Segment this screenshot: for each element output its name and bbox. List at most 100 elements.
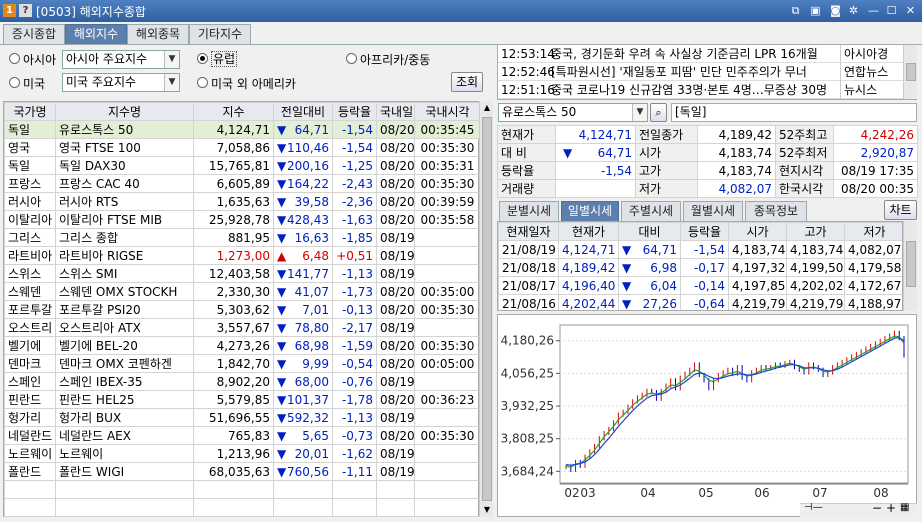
save-icon[interactable]: ▣: [808, 3, 823, 18]
scroll-down-icon[interactable]: ▼: [480, 503, 494, 517]
symbol-search-input[interactable]: 유로스톡스 50 ▼: [498, 103, 648, 122]
cell-country: 영국: [4, 138, 56, 157]
daily-table-header[interactable]: 대비: [618, 222, 681, 241]
index-table-header[interactable]: 국내시각: [414, 102, 481, 121]
index-table-header[interactable]: 등락율: [332, 102, 377, 121]
table-row[interactable]: 21/08/18 4,189,42 ▼ 6,98 -0,17 4,197,32 4,199,…: [498, 258, 902, 277]
table-row[interactable]: 스웨덴 스웨덴 OMX STOCKH 2,330,30 ▼ 41,07 -1,73 08/2…: [4, 282, 481, 301]
tab-minute-quotes[interactable]: 분별시세: [499, 201, 559, 221]
cell-date: 08/19: [376, 318, 415, 337]
index-table-panel: 국가명 지수명 지수 전일대비 등락율 국내일 국내시각 독일 유로스톡스 50 4,124,7…: [3, 101, 481, 517]
chart-button[interactable]: 차트: [884, 200, 917, 220]
close-icon[interactable]: ✕: [903, 3, 918, 18]
link-icon[interactable]: ⧉: [788, 3, 803, 18]
tab-monthly-quotes[interactable]: 월별시세: [683, 201, 743, 221]
tab-market-summary[interactable]: 증시종합: [3, 24, 65, 44]
news-item[interactable]: 12:52:46 [특파원시선] '재일동포 피땀' 민단 민주주의가 무너 연합뉴…: [498, 63, 903, 81]
maximize-icon[interactable]: ☐: [884, 3, 899, 18]
index-table-header[interactable]: 국내일: [376, 102, 415, 121]
camera-icon[interactable]: ◙: [828, 3, 843, 18]
zoom-out-icon[interactable]: −: [872, 501, 882, 515]
table-row[interactable]: 네덜란드 네덜란드 AEX 765,83 ▼ 5,65 -0,73 08/20 00:35:3…: [4, 426, 481, 445]
index-table-scrollbar[interactable]: ▲ ▼: [479, 101, 493, 517]
index-table-header[interactable]: 국가명: [4, 102, 56, 121]
table-row[interactable]: 폴란드 폴란드 WIGI 68,035,63 ▼ 760,56 -1,11 08/19: [4, 462, 481, 481]
index-table-header[interactable]: 전일대비: [273, 102, 333, 121]
table-row[interactable]: 이탈리아 이탈리아 FTSE MIB 25,928,78 ▼ 428,43 -1,63 08…: [4, 210, 481, 229]
daily-table-header[interactable]: 현재가: [558, 222, 619, 241]
cell-low: 4,172,67: [844, 276, 902, 295]
minimize-icon[interactable]: —: [866, 3, 881, 18]
scroll-thumb[interactable]: [482, 117, 492, 501]
news-scroll-thumb[interactable]: [906, 63, 916, 81]
table-row[interactable]: 라트비아 라트비아 RIGSE 1,273,00 ▲ 6,48 +0,51 08/19: [4, 246, 481, 265]
down-arrow-icon: ▼: [277, 446, 287, 461]
table-row[interactable]: 독일 유로스톡스 50 4,124,71 ▼ 64,71 -1,54 08/20 00:35:…: [4, 120, 481, 139]
cell-price: 4,189,42: [558, 258, 619, 277]
change-cell: ▼ 164,22: [273, 174, 333, 193]
table-row[interactable]: 영국 영국 FTSE 100 7,058,86 ▼ 110,46 -1,54 08/20 00…: [4, 138, 481, 157]
radio-asia[interactable]: [9, 53, 20, 64]
radio-usa[interactable]: [9, 77, 20, 88]
table-row[interactable]: 포르투갈 포르투갈 PSI20 5,303,62 ▼ 7,01 -0,13 08/20 00:…: [4, 300, 481, 319]
plot-area: [559, 324, 909, 484]
zoom-in-icon[interactable]: +: [886, 501, 896, 515]
down-arrow-icon: ▼: [622, 296, 632, 311]
table-row[interactable]: 21/08/16 4,202,44 ▼ 27,26 -0,64 4,219,79 4,219…: [498, 294, 902, 311]
cell-date: 08/19: [376, 444, 415, 463]
daily-table-header[interactable]: 시가: [728, 222, 787, 241]
news-item[interactable]: 12:53:14 중국, 경기둔화 우려 속 사실상 기준금리 LPR 16개월 아…: [498, 45, 903, 63]
search-icon[interactable]: ⌕: [650, 103, 667, 122]
tab-overseas-index[interactable]: 해외지수: [65, 24, 127, 44]
cell-date: 08/20: [376, 336, 415, 355]
daily-table-scrollbar[interactable]: [903, 221, 917, 311]
table-row[interactable]: 헝가리 헝가리 BUX 51,696,55 ▼ 592,32 -1,13 08/19: [4, 408, 481, 427]
usa-index-select[interactable]: 미국 주요지수 ▼: [62, 73, 180, 92]
cell-date: 21/08/16: [498, 294, 559, 310]
asia-index-select[interactable]: 아시아 주요지수 ▼: [62, 50, 180, 69]
cell-value: 5,579,85: [193, 390, 274, 409]
query-button[interactable]: 조회: [451, 72, 483, 92]
table-row[interactable]: 스위스 스위스 SMI 12,403,58 ▼ 141,77 -1,13 08/19: [4, 264, 481, 283]
table-row[interactable]: 벨기에 벨기에 BEL-20 4,273,26 ▼ 68,98 -1,59 08/20 00:…: [4, 336, 481, 355]
zoom-slider-icon[interactable]: ⊣—: [804, 502, 823, 513]
scroll-up-icon[interactable]: ▲: [480, 101, 494, 115]
news-scrollbar[interactable]: [903, 45, 917, 99]
news-item[interactable]: 12:51:16 중국 코로나19 신규감염 33명·본토 4명…무증상 30명 뉴…: [498, 81, 903, 99]
change-cell: ▲ 6,48: [273, 246, 333, 265]
cell-time: 00:35:30: [414, 336, 481, 355]
diff-value: 27,26: [642, 296, 677, 311]
table-row[interactable]: 스페인 스페인 IBEX-35 8,902,20 ▼ 68,00 -0,76 08/19: [4, 372, 481, 391]
radio-other-america[interactable]: [197, 77, 208, 88]
cell-name: 러시아 RTS: [55, 192, 194, 211]
settings-icon[interactable]: ✲: [846, 3, 861, 18]
table-row[interactable]: 덴마크 덴마크 OMX 코펜하겐 1,842,70 ▼ 9,99 -0,54 08/20 00…: [4, 354, 481, 373]
table-row[interactable]: 러시아 러시아 RTS 1,635,63 ▼ 39,58 -2,36 08/20 00:39:…: [4, 192, 481, 211]
chart-settings-icon[interactable]: ▦: [900, 502, 909, 513]
radio-europe[interactable]: [197, 53, 208, 64]
tab-stock-info[interactable]: 종목정보: [745, 201, 807, 221]
cell-time: 00:35:30: [414, 138, 481, 157]
table-row[interactable]: 오스트리 오스트리아 ATX 3,557,67 ▼ 78,80 -2,17 08/19: [4, 318, 481, 337]
daily-table-header[interactable]: 저가: [844, 222, 902, 241]
cell-name: 스위스 SMI: [55, 264, 194, 283]
tab-daily-quotes[interactable]: 일별시세: [561, 201, 619, 221]
tab-weekly-quotes[interactable]: 주별시세: [621, 201, 681, 221]
table-row[interactable]: 21/08/17 4,196,40 ▼ 6,04 -0,14 4,197,85 4,202,…: [498, 276, 902, 295]
index-table-header[interactable]: 지수: [193, 102, 274, 121]
table-row[interactable]: 21/08/19 4,124,71 ▼ 64,71 -1,54 4,183,74 4,183…: [498, 240, 902, 259]
radio-africa[interactable]: [346, 53, 357, 64]
tab-overseas-stocks[interactable]: 해외종목: [127, 24, 189, 44]
table-row[interactable]: 그리스 그리스 종합 881,95 ▼ 16,63 -1,85 08/19: [4, 228, 481, 247]
daily-scroll-thumb[interactable]: [906, 241, 916, 287]
table-row[interactable]: 프랑스 프랑스 CAC 40 6,605,89 ▼ 164,22 -2,43 08/20 00…: [4, 174, 481, 193]
table-row[interactable]: 독일 독일 DAX30 15,765,81 ▼ 200,16 -1,25 08/20 00:3…: [4, 156, 481, 175]
index-table-header[interactable]: 지수명: [55, 102, 194, 121]
table-row[interactable]: 핀란드 핀란드 HEL25 5,579,85 ▼ 101,37 -1,78 08/20 00:…: [4, 390, 481, 409]
table-row[interactable]: 노르웨이 노르웨이 1,213,96 ▼ 20,01 -1,62 08/19: [4, 444, 481, 463]
help-icon[interactable]: ?: [19, 4, 32, 17]
tab-other-index[interactable]: 기타지수: [189, 24, 251, 44]
daily-table-header[interactable]: 등락율: [680, 222, 729, 241]
daily-table-header[interactable]: 고가: [786, 222, 845, 241]
daily-table-header[interactable]: 현재일자: [498, 222, 559, 241]
